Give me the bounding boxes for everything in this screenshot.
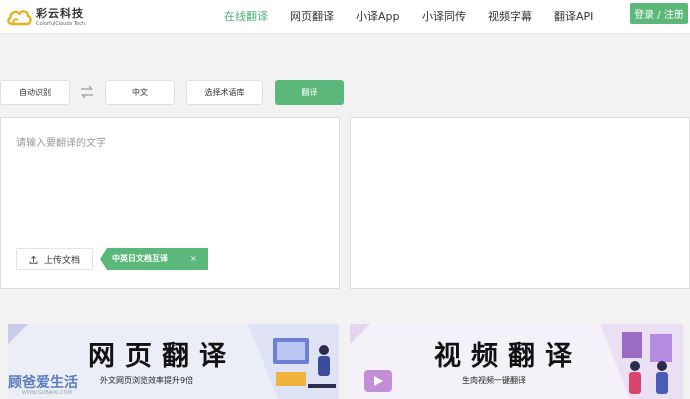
nav-simultaneous[interactable]: 小译同传	[422, 8, 466, 24]
translate-button[interactable]: 翻译	[275, 80, 344, 105]
video-banner-subtitle: 生肉视频一键翻译	[462, 376, 526, 385]
nav-online-translate[interactable]: 在线翻译	[224, 8, 268, 24]
document-translate-label: 中英日文档互译	[112, 254, 168, 263]
video-banner-title: 视频翻译	[434, 341, 582, 372]
cloud-logo-icon	[7, 10, 32, 26]
top-header: 彩云科技 ColorfulClouds Tech. 在线翻译 网页翻译 小译Ap…	[0, 0, 690, 34]
web-banner-subtitle: 外文网页浏览效率提升9倍	[100, 376, 194, 385]
watermark-url: WWW.GUBAIXI.COM	[22, 390, 72, 396]
upload-icon	[29, 255, 38, 264]
logo-name: 彩云科技	[36, 6, 84, 20]
nav-app[interactable]: 小译App	[356, 8, 400, 24]
upload-document-button[interactable]: 上传文档	[16, 248, 93, 270]
logo-tagline: ColorfulClouds Tech.	[36, 20, 87, 27]
nav-web-translate[interactable]: 网页翻译	[290, 8, 334, 24]
document-translate-tag[interactable]: 中英日文档互译 ×	[100, 248, 208, 270]
translation-output	[350, 117, 690, 289]
source-language-select[interactable]: 自动识别	[0, 80, 70, 105]
upload-label: 上传文档	[43, 255, 80, 266]
target-language-select[interactable]: 中文	[105, 80, 175, 105]
nav-api[interactable]: 翻译API	[554, 8, 593, 24]
swap-arrows-icon[interactable]	[80, 84, 94, 100]
logo[interactable]: 彩云科技 ColorfulClouds Tech.	[6, 4, 87, 30]
close-icon[interactable]: ×	[190, 248, 197, 270]
login-register-button[interactable]: 登录 / 注册	[630, 3, 688, 24]
web-banner-title: 网页翻译	[88, 341, 236, 372]
input-placeholder: 请输入要翻译的文字	[16, 138, 106, 149]
glossary-select[interactable]: 选择术语库	[186, 80, 263, 105]
nav-video-subtitles[interactable]: 视频字幕	[488, 8, 532, 24]
watermark: 顾爸爱生活	[8, 375, 78, 391]
video-translate-banner[interactable]: 视频翻译 生肉视频一键翻译	[350, 324, 683, 399]
